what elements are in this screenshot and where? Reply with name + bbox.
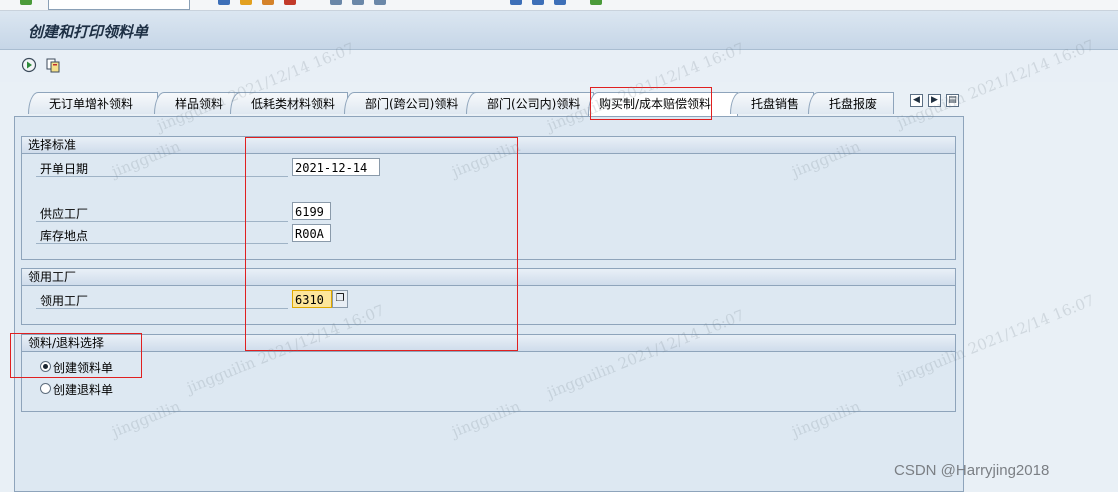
copy-variant-icon[interactable] [45,57,61,73]
tab-list-icon[interactable]: ▤ [946,94,959,107]
first-page-icon[interactable] [510,0,522,5]
tab-label: 托盘销售 [751,97,800,111]
tab-pallet-sales[interactable]: 托盘销售 [730,92,814,114]
exit-icon[interactable] [262,0,274,5]
tab-dept-cross-company[interactable]: 部门(跨公司)领料 [344,92,476,114]
application-toolbar [0,50,1118,82]
print-icon[interactable] [330,0,342,5]
tab-label: 低耗类材料领料 [251,97,336,111]
annotation-box-fields [245,137,518,351]
supply-plant-label: 供应工厂 [40,207,89,221]
tab-scroll-left-icon[interactable]: ◀ [910,94,923,107]
create-return-radio[interactable] [40,383,51,394]
next-page-icon[interactable] [554,0,566,5]
cancel-icon[interactable] [284,0,296,5]
find-next-icon[interactable] [374,0,386,5]
tab-low-cost-material[interactable]: 低耗类材料领料 [230,92,348,114]
tab-label: 部门(跨公司)领料 [365,97,459,111]
source-credit: CSDN @Harryjing2018 [894,462,1050,479]
page-title: 创建和打印领料单 [28,23,149,41]
annotation-box-radio [10,333,142,378]
title-bar: 创建和打印领料单 [0,11,1118,50]
prev-page-icon[interactable] [532,0,544,5]
tab-label: 样品领料 [175,97,224,111]
tab-strip: 无订单增补领料 样品领料 低耗类材料领料 部门(跨公司)领料 部门(公司内)领料… [14,92,964,116]
receiving-plant-label: 领用工厂 [40,294,89,308]
tab-label: 部门(公司内)领料 [487,97,581,111]
tab-label: 托盘报废 [829,97,878,111]
command-field[interactable] [48,0,190,10]
top-toolbar-strip [0,0,1118,11]
create-return-label[interactable]: 创建退料单 [53,381,113,398]
execute-icon[interactable] [21,57,37,73]
help-icon[interactable] [590,0,602,5]
enter-icon[interactable] [20,0,32,5]
back-icon[interactable] [240,0,252,5]
tab-pallet-scrap[interactable]: 托盘报废 [808,92,894,114]
tab-dept-in-company[interactable]: 部门(公司内)领料 [466,92,594,114]
tab-scroll-right-icon[interactable]: ▶ [928,94,941,107]
storage-location-label: 库存地点 [40,229,89,243]
tab-no-order-supplement[interactable]: 无订单增补领料 [28,92,158,114]
annotation-box-tab [590,87,712,120]
save-icon[interactable] [218,0,230,5]
find-icon[interactable] [352,0,364,5]
open-date-label: 开单日期 [40,162,89,176]
tab-label: 无订单增补领料 [49,97,134,111]
